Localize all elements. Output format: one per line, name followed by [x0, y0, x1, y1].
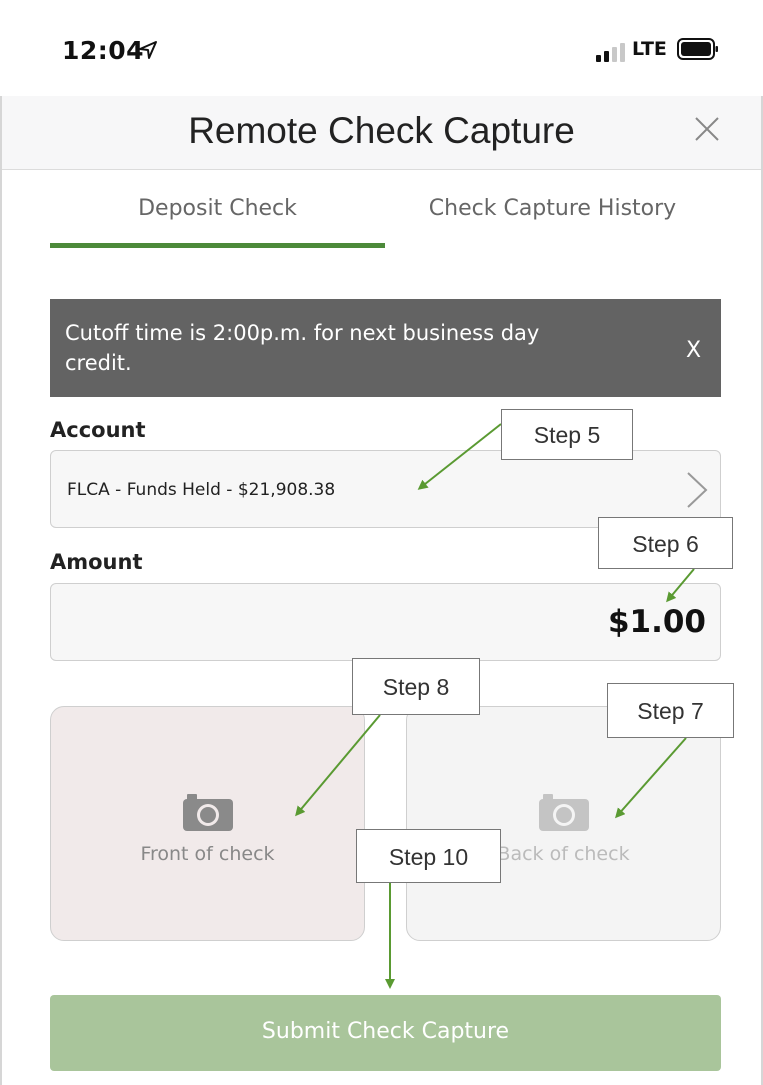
network-type: LTE: [632, 38, 667, 60]
account-label: Account: [50, 418, 146, 442]
banner-close-button[interactable]: X: [686, 338, 701, 363]
cutoff-notice-text: Cutoff time is 2:00p.m. for next busines…: [65, 321, 540, 375]
back-of-check-capture[interactable]: Back of check: [406, 706, 721, 941]
tab-deposit-check[interactable]: Deposit Check: [50, 196, 385, 221]
tab-check-capture-history[interactable]: Check Capture History: [385, 196, 720, 221]
step6-annotation: Step 6: [598, 517, 733, 569]
amount-label: Amount: [50, 550, 143, 574]
front-of-check-capture[interactable]: Front of check: [50, 706, 365, 941]
submit-check-capture-button[interactable]: Submit Check Capture: [50, 995, 721, 1071]
page-title: Remote Check Capture: [188, 110, 575, 151]
close-icon[interactable]: [692, 114, 722, 144]
front-of-check-label: Front of check: [140, 843, 275, 865]
cutoff-notice-banner: Cutoff time is 2:00p.m. for next busines…: [50, 299, 721, 397]
step7-annotation: Step 7: [607, 683, 734, 738]
signal-strength-icon: [596, 43, 625, 62]
status-bar: 12:04 LTE: [0, 0, 763, 96]
app-header: Remote Check Capture: [2, 96, 761, 170]
submit-button-label: Submit Check Capture: [261, 1019, 510, 1044]
amount-value: $1.00: [607, 604, 706, 640]
step5-annotation: Step 5: [501, 409, 633, 460]
active-tab-indicator: [50, 243, 385, 248]
step8-annotation: Step 8: [352, 658, 480, 715]
account-value: FLCA - Funds Held - $21,908.38: [67, 480, 336, 500]
chevron-right-icon: [687, 472, 708, 508]
camera-icon: [183, 794, 233, 831]
camera-icon: [539, 794, 589, 831]
location-arrow-icon: [139, 41, 157, 59]
amount-input[interactable]: $1.00: [50, 583, 721, 661]
step10-annotation: Step 10: [356, 829, 501, 883]
status-time: 12:04: [62, 36, 145, 65]
battery-icon: [677, 38, 718, 60]
